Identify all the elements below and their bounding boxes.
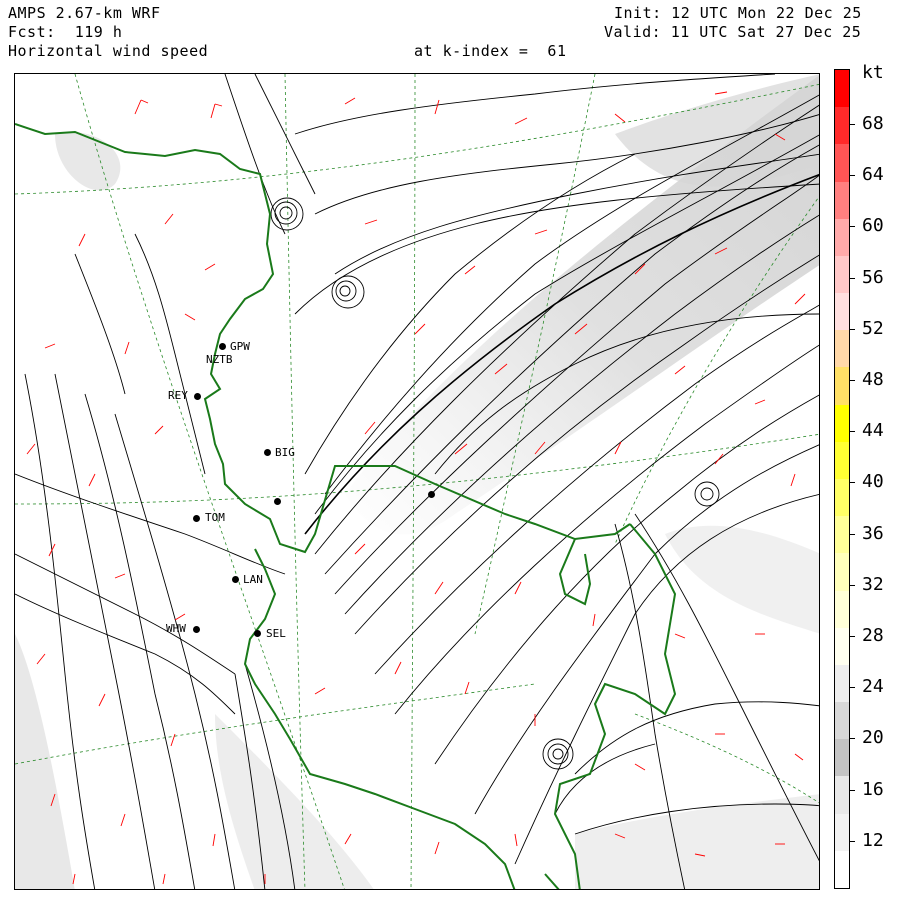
- colorbar-swatch: [835, 516, 849, 554]
- colorbar-swatch: [835, 107, 849, 145]
- colorbar-swatch: [835, 850, 849, 889]
- colorbar-tick: [850, 687, 855, 689]
- colorbar-swatch: [835, 255, 849, 294]
- colorbar-label: 28: [862, 625, 884, 646]
- colorbar-swatch: [835, 70, 849, 108]
- station-marker-sel[interactable]: [254, 630, 261, 637]
- station-label-gpw: GPW: [230, 340, 250, 353]
- colorbar-swatch: [835, 404, 849, 443]
- station-marker-unlabeled-2[interactable]: [428, 491, 435, 498]
- colorbar-label: 60: [862, 215, 884, 237]
- station-label-nztb: NZTB: [206, 353, 233, 366]
- colorbar-label: 12: [862, 829, 884, 851]
- wind-speed-shading: [15, 74, 819, 889]
- colorbar-swatch: [835, 776, 849, 815]
- colorbar-swatch: [835, 144, 849, 183]
- colorbar-swatch: [835, 553, 849, 592]
- colorbar-label: 40: [862, 471, 884, 493]
- station-label-tom: TOM: [205, 511, 225, 524]
- colorbar-tick: [850, 124, 855, 125]
- colorbar-label: 16: [862, 778, 884, 800]
- colorbar-unit: kt: [862, 62, 884, 83]
- colorbar-tick: [850, 482, 855, 484]
- colorbar-tick: [850, 226, 855, 228]
- colorbar-tick: [850, 431, 855, 433]
- field-name: Horizontal wind speed: [8, 42, 209, 60]
- colorbar-swatch: [835, 330, 849, 368]
- colorbar-label: 56: [862, 266, 884, 288]
- station-marker-whw[interactable]: [193, 626, 200, 633]
- colorbar-swatch: [835, 739, 849, 777]
- station-marker-rey[interactable]: [194, 393, 201, 400]
- colorbar-label: 48: [862, 369, 884, 390]
- colorbar-swatch: [835, 479, 849, 517]
- colorbar-label: 68: [862, 113, 884, 134]
- map-panel[interactable]: [14, 73, 820, 890]
- station-label-lan: LAN: [243, 573, 263, 586]
- colorbar-label: 52: [862, 317, 884, 339]
- station-marker-lan[interactable]: [232, 576, 239, 583]
- colorbar-tick: [850, 380, 855, 381]
- colorbar-label: 44: [862, 420, 884, 442]
- valid-time: Valid: 11 UTC Sat 27 Dec 25: [604, 23, 862, 41]
- station-marker-unlabeled-1[interactable]: [274, 498, 281, 505]
- station-marker-tom[interactable]: [193, 515, 200, 522]
- colorbar-swatch: [835, 218, 849, 257]
- station-label-sel: SEL: [266, 627, 286, 640]
- forecast-hour: Fcst: 119 h: [8, 23, 123, 41]
- colorbar-tick: [850, 840, 855, 842]
- level-index: at k-index = 61: [414, 42, 567, 60]
- map-canvas: [15, 74, 819, 889]
- colorbar-swatch: [835, 367, 849, 406]
- colorbar: [834, 69, 850, 889]
- colorbar-tick: [850, 328, 855, 330]
- colorbar-label: 24: [862, 676, 884, 698]
- init-time: Init: 12 UTC Mon 22 Dec 25: [614, 4, 862, 22]
- colorbar-label: 32: [862, 573, 884, 595]
- station-label-big: BIG: [275, 446, 295, 459]
- colorbar-swatch: [835, 664, 849, 703]
- station-marker-big[interactable]: [264, 449, 271, 456]
- colorbar-label: 20: [862, 727, 884, 749]
- colorbar-label: 64: [862, 164, 884, 186]
- colorbar-tick: [850, 175, 855, 177]
- coastline: [15, 123, 677, 889]
- colorbar-tick: [850, 584, 855, 586]
- colorbar-label: 36: [862, 522, 884, 544]
- colorbar-tick: [850, 277, 855, 279]
- colorbar-tick: [850, 738, 855, 740]
- colorbar-tick: [850, 533, 855, 535]
- colorbar-swatch: [835, 627, 849, 666]
- colorbar-swatch: [835, 441, 849, 480]
- station-marker-gpw[interactable]: [219, 343, 226, 350]
- station-label-whw: WHW: [166, 622, 186, 635]
- colorbar-swatch: [835, 181, 849, 220]
- station-label-rey: REY: [168, 389, 188, 402]
- colorbar-tick: [850, 789, 855, 791]
- colorbar-swatch: [835, 590, 849, 629]
- model-title: AMPS 2.67-km WRF: [8, 4, 161, 22]
- colorbar-tick: [850, 636, 855, 637]
- colorbar-swatch: [835, 813, 849, 852]
- colorbar-swatch: [835, 702, 849, 740]
- colorbar-swatch: [835, 293, 849, 331]
